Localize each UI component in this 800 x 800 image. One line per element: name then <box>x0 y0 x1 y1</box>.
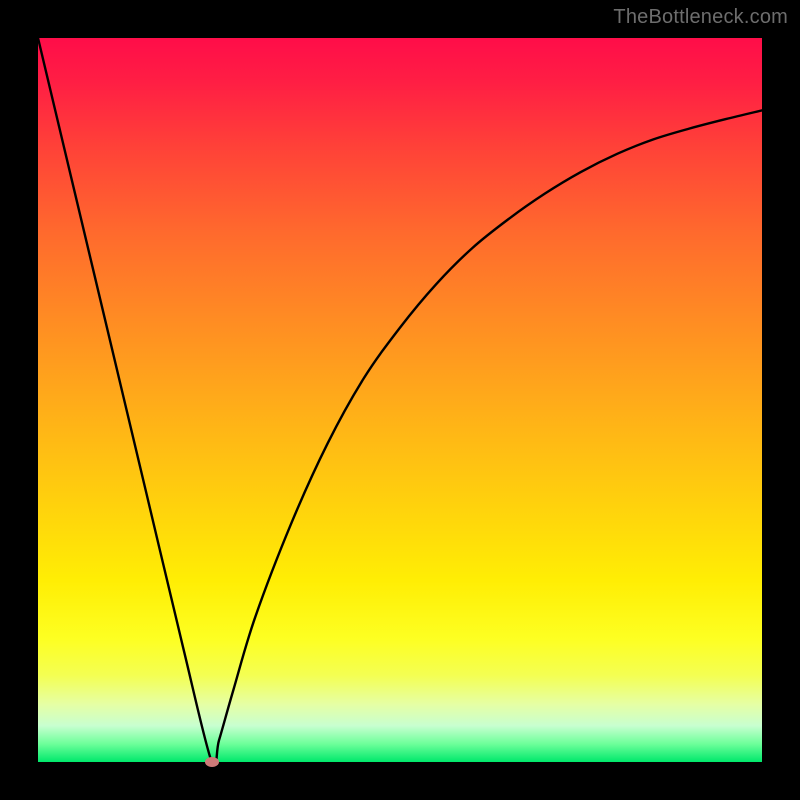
bottleneck-curve-path <box>38 38 762 762</box>
watermark-text: TheBottleneck.com <box>613 6 788 29</box>
min-point-marker <box>205 757 219 767</box>
curve-svg <box>38 38 762 762</box>
chart-frame: TheBottleneck.com <box>0 0 800 800</box>
plot-area <box>38 38 762 762</box>
